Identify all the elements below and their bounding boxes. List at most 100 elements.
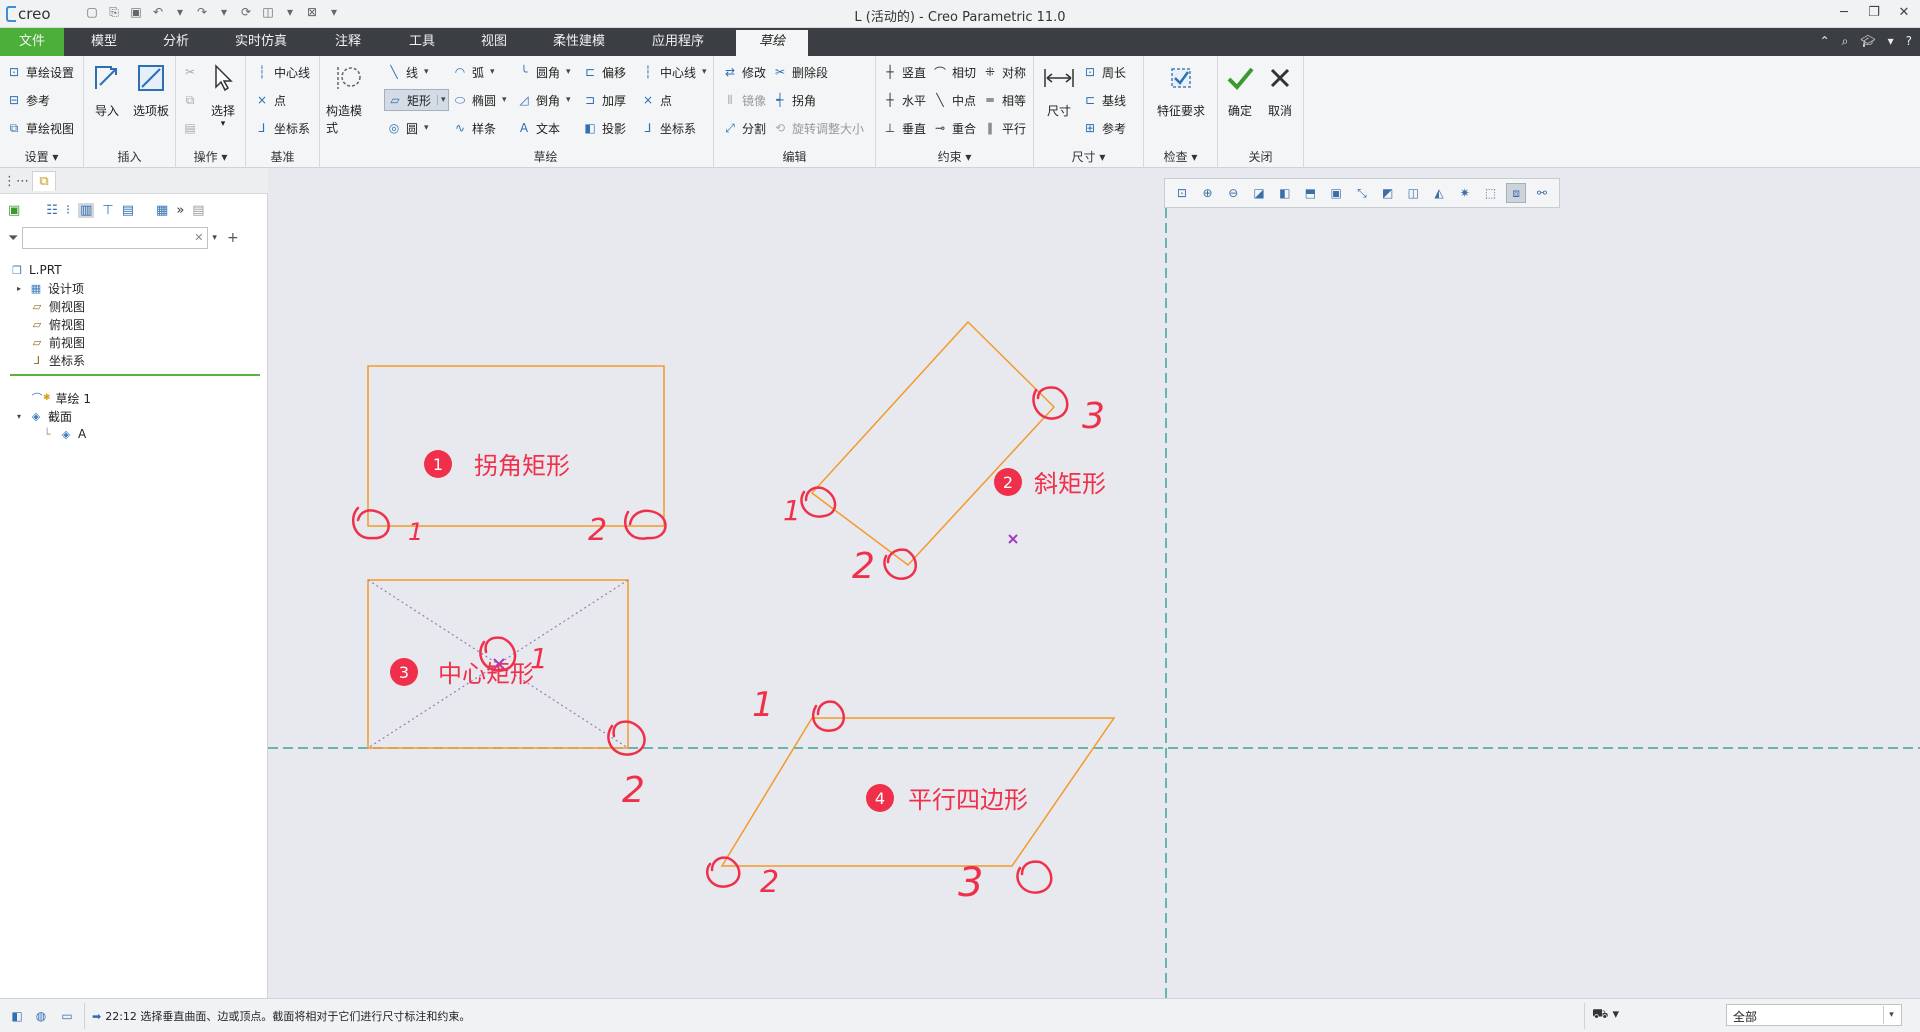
more-tools-icon[interactable]: » <box>176 203 184 218</box>
chamfer-button[interactable]: ◿ 倒角 ▾ <box>516 90 571 110</box>
vertical-constraint-button[interactable]: ┼ 竖直 <box>882 62 926 82</box>
center-point-marker-icon[interactable] <box>1008 534 1018 544</box>
minimize-ribbon-icon[interactable]: ⌃ <box>1820 34 1830 49</box>
arc-button[interactable]: ◠ 弧 ▾ <box>452 62 495 82</box>
tree-item-section[interactable]: ▾ ◈ 截面 <box>14 406 72 426</box>
tree-item-top-plane[interactable]: ▱ 俯视图 <box>30 314 85 334</box>
modify-button[interactable]: ⇄ 修改 <box>722 62 766 82</box>
chamfer-dropdown-icon[interactable]: ▾ <box>566 95 571 105</box>
fillet-dropdown-icon[interactable]: ▾ <box>566 67 571 77</box>
tree-item-right-plane[interactable]: ▱ 侧视图 <box>30 296 85 316</box>
tangent-constraint-button[interactable]: ⌒ 相切 <box>932 62 976 82</box>
mirror-button[interactable]: ⫴ 镜像 <box>722 90 766 110</box>
display-style-icon[interactable]: ◧ <box>1275 183 1295 203</box>
arc-dropdown-icon[interactable]: ▾ <box>490 67 495 77</box>
parallel-constraint-button[interactable]: ∥ 平行 <box>982 118 1026 138</box>
tree-list-icon[interactable]: ⁝ <box>66 203 70 218</box>
close-icon[interactable]: ✕ <box>1896 4 1912 20</box>
repaint-icon[interactable]: ◪ <box>1249 183 1269 203</box>
cut-button[interactable]: ✂ <box>182 62 198 82</box>
tab-analysis[interactable]: 分析 <box>146 28 206 56</box>
sketch-view-toggle-icon[interactable]: ⬚ <box>1480 183 1500 203</box>
section-view-icon[interactable]: ◩ <box>1378 183 1398 203</box>
sketch-canvas[interactable]: 1 2 1 2 3 1 2 1 2 3 1 拐角矩形 2 斜矩形 3 中心矩形 … <box>268 168 1920 998</box>
slanted-rectangle[interactable] <box>810 320 1056 567</box>
symmetric-constraint-button[interactable]: ⁜ 对称 <box>982 62 1026 82</box>
construction-mode-button[interactable]: 构造模式 <box>326 60 372 136</box>
normal-dimension-button[interactable]: 尺寸 <box>1036 60 1082 119</box>
line-dropdown-icon[interactable]: ▾ <box>424 67 429 77</box>
sketch-point-button[interactable]: × 点 <box>640 90 672 110</box>
zoom-in-icon[interactable]: ⊕ <box>1198 183 1218 203</box>
group-constrain-label[interactable]: 约束 ▾ <box>876 148 1033 165</box>
tab-flexible-modeling[interactable]: 柔性建模 <box>544 28 614 56</box>
line-button[interactable]: ╲ 线 ▾ <box>386 62 429 82</box>
browser-icon[interactable]: ◍ <box>32 1007 50 1025</box>
delete-segment-button[interactable]: ✂ 删除段 <box>772 62 828 82</box>
rotate-resize-button[interactable]: ⟲ 旋转调整大小 <box>772 118 864 138</box>
tree-settings-icon[interactable]: ▤ <box>122 203 134 218</box>
sketch-csys-button[interactable]: ⅃ 坐标系 <box>640 118 696 138</box>
group-dimension-label[interactable]: 尺寸 ▾ <box>1034 148 1143 165</box>
clear-search-icon[interactable]: ✕ <box>194 231 203 244</box>
tree-expand-icon[interactable]: ☷ <box>46 203 58 218</box>
palette-button[interactable]: 选项板 <box>128 60 174 119</box>
spin-center-icon[interactable]: ✷ <box>1455 183 1475 203</box>
datum-centerline-button[interactable]: ┆ 中心线 <box>254 62 310 82</box>
group-operations-label[interactable]: 操作 ▾ <box>176 148 245 165</box>
saved-orientations-icon[interactable]: ⬒ <box>1300 183 1320 203</box>
layer-tree-tab-icon[interactable]: ⧉ <box>32 171 56 191</box>
circle-dropdown-icon[interactable]: ▾ <box>424 123 429 133</box>
tree-search-input[interactable]: ✕ <box>22 227 209 249</box>
model-cube-icon[interactable]: ▣ <box>8 203 20 218</box>
baseline-button[interactable]: ⊏ 基线 <box>1082 90 1126 110</box>
reference-dimension-button[interactable]: ⊞ 参考 <box>1082 118 1126 138</box>
graphics-area[interactable]: 1 2 1 2 3 1 2 1 2 3 1 拐角矩形 2 斜矩形 3 中心矩形 … <box>268 168 1920 998</box>
select-dropdown-icon[interactable]: ▾ <box>221 119 226 129</box>
sketch-references-icon[interactable]: ⚯ <box>1532 183 1552 203</box>
learning-icon[interactable]: 🎓︎ <box>1860 34 1875 49</box>
view-manager-icon[interactable]: ▣ <box>1326 183 1346 203</box>
thicken-button[interactable]: ⊐ 加厚 <box>582 90 626 110</box>
zoom-out-icon[interactable]: ⊖ <box>1223 183 1243 203</box>
sketcher-display-filter-icon[interactable]: ⧈ <box>1506 183 1527 203</box>
model-tree-tab-icon[interactable]: ⋮⋯ <box>3 171 29 191</box>
fillet-button[interactable]: ╰ 圆角 ▾ <box>516 62 571 82</box>
cancel-button[interactable]: 取消 <box>1260 60 1300 119</box>
collapse-arrow-icon[interactable]: ▾ <box>14 412 24 421</box>
midpoint-constraint-button[interactable]: ╲ 中点 <box>932 90 976 110</box>
perspective-icon[interactable]: ⤡ <box>1352 183 1372 203</box>
restore-icon[interactable]: ❐ <box>1866 4 1882 20</box>
minimize-icon[interactable]: ─ <box>1836 4 1852 20</box>
paste-button[interactable]: ▤ <box>182 118 198 138</box>
tree-columns-icon[interactable]: ▥ <box>78 202 95 218</box>
settings-dropdown-icon[interactable]: ▾ <box>1888 34 1894 49</box>
sketch-centerline-button[interactable]: ┆ 中心线 ▾ <box>640 62 707 82</box>
search-icon[interactable]: ⌕ <box>1842 34 1849 49</box>
tab-applications[interactable]: 应用程序 <box>640 28 716 56</box>
tree-item-front-plane[interactable]: ▱ 前视图 <box>30 332 85 352</box>
perimeter-button[interactable]: ⊡ 周长 <box>1082 62 1126 82</box>
annotation-display-icon[interactable]: ◭ <box>1429 183 1449 203</box>
copy-button[interactable]: ⧉ <box>182 90 198 110</box>
circle-button[interactable]: ◎ 圆 ▾ <box>386 118 429 138</box>
selection-filter-select[interactable]: 全部 ▾ <box>1726 1004 1902 1026</box>
select-button[interactable]: 选择 ▾ <box>200 60 246 129</box>
perpendicular-constraint-button[interactable]: ⊥ 垂直 <box>882 118 926 138</box>
datum-display-icon[interactable]: ◫ <box>1403 183 1423 203</box>
tree-columns-setup-icon[interactable]: ▦ <box>156 203 168 218</box>
selection-filter-dropdown-icon[interactable]: ▾ <box>1883 1006 1899 1024</box>
tree-show-icon[interactable]: ▤ <box>192 203 204 218</box>
tree-item-csys[interactable]: ⅃ 坐标系 <box>30 350 85 370</box>
sketch-centerline-dropdown-icon[interactable]: ▾ <box>702 67 707 77</box>
tab-model[interactable]: 模型 <box>74 28 134 56</box>
rectangle-dropdown-icon[interactable]: ▾ <box>437 95 446 105</box>
divide-button[interactable]: ⤢ 分割 <box>722 118 766 138</box>
tree-item-design-items[interactable]: ▸ ▦ 设计项 <box>14 278 84 298</box>
sketch-setup-button[interactable]: ⊡ 草绘设置 <box>6 62 74 82</box>
tab-annotate[interactable]: 注释 <box>318 28 378 56</box>
help-icon[interactable]: ? <box>1906 34 1912 49</box>
toggle-navigator-icon[interactable]: ◧ <box>8 1007 26 1025</box>
add-filter-icon[interactable]: + <box>227 230 239 246</box>
ellipse-dropdown-icon[interactable]: ▾ <box>502 95 507 105</box>
